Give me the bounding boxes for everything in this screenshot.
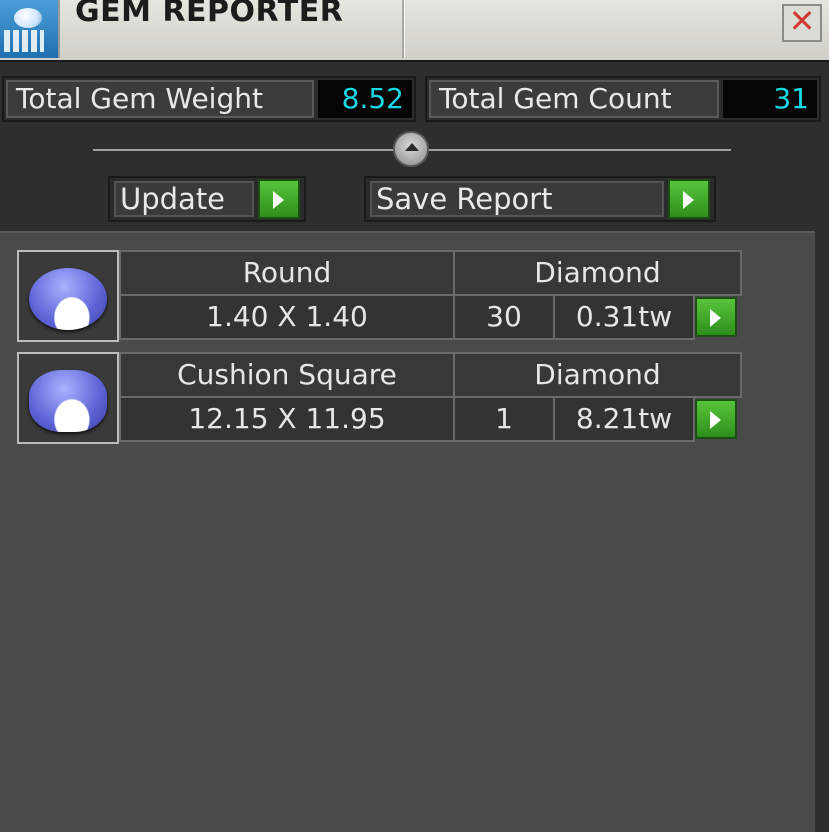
cushion-gem-icon (29, 370, 107, 432)
gem-row: Round Diamond 1.40 X 1.40 30 0.31tw (17, 250, 742, 342)
round-gem-icon (29, 268, 107, 330)
panel-scroll-edge (815, 231, 829, 830)
gem-row-go-button[interactable] (695, 297, 737, 337)
save-report-control: Save Report (364, 176, 716, 222)
total-gem-weight-label: Total Gem Weight (6, 80, 314, 118)
close-button[interactable]: ✕ (782, 4, 822, 42)
gem-material-cell: Diamond (453, 352, 742, 398)
update-button[interactable]: Update (114, 181, 254, 217)
collapse-toggle-button[interactable] (393, 131, 429, 167)
app-icon-grid (4, 30, 44, 52)
gem-weight-cell: 8.21tw (553, 396, 695, 442)
gem-material-cell: Diamond (453, 250, 742, 296)
save-report-button[interactable]: Save Report (370, 181, 664, 217)
save-report-go-button[interactable] (668, 179, 710, 219)
gem-shape-cell: Round (119, 250, 455, 296)
gem-shape-cell: Cushion Square (119, 352, 455, 398)
gem-size-cell: 12.15 X 11.95 (119, 396, 455, 442)
gem-row: Cushion Square Diamond 12.15 X 11.95 1 8… (17, 352, 742, 444)
total-gem-count-box: Total Gem Count 31 (425, 76, 821, 122)
gem-thumbnail[interactable] (17, 352, 119, 444)
total-gem-count-value: 31 (723, 80, 817, 118)
gem-thumbnail[interactable] (17, 250, 119, 342)
gem-count-cell: 1 (453, 396, 555, 442)
gem-weight-cell: 0.31tw (553, 294, 695, 340)
update-go-button[interactable] (258, 179, 300, 219)
gem-row-go-button[interactable] (695, 399, 737, 439)
title-separator (402, 0, 404, 58)
gem-reporter-app-icon (0, 0, 60, 58)
total-gem-count-label: Total Gem Count (429, 80, 719, 118)
gem-count-cell: 30 (453, 294, 555, 340)
window-title: GEM REPORTER (75, 0, 344, 29)
title-bar: GEM REPORTER ✕ (0, 0, 829, 62)
update-control: Update (108, 176, 306, 222)
total-gem-weight-box: Total Gem Weight 8.52 (2, 76, 416, 122)
app-icon-gem (14, 8, 42, 28)
gem-size-cell: 1.40 X 1.40 (119, 294, 455, 340)
total-gem-weight-value: 8.52 (318, 80, 412, 118)
close-icon: ✕ (788, 2, 816, 40)
